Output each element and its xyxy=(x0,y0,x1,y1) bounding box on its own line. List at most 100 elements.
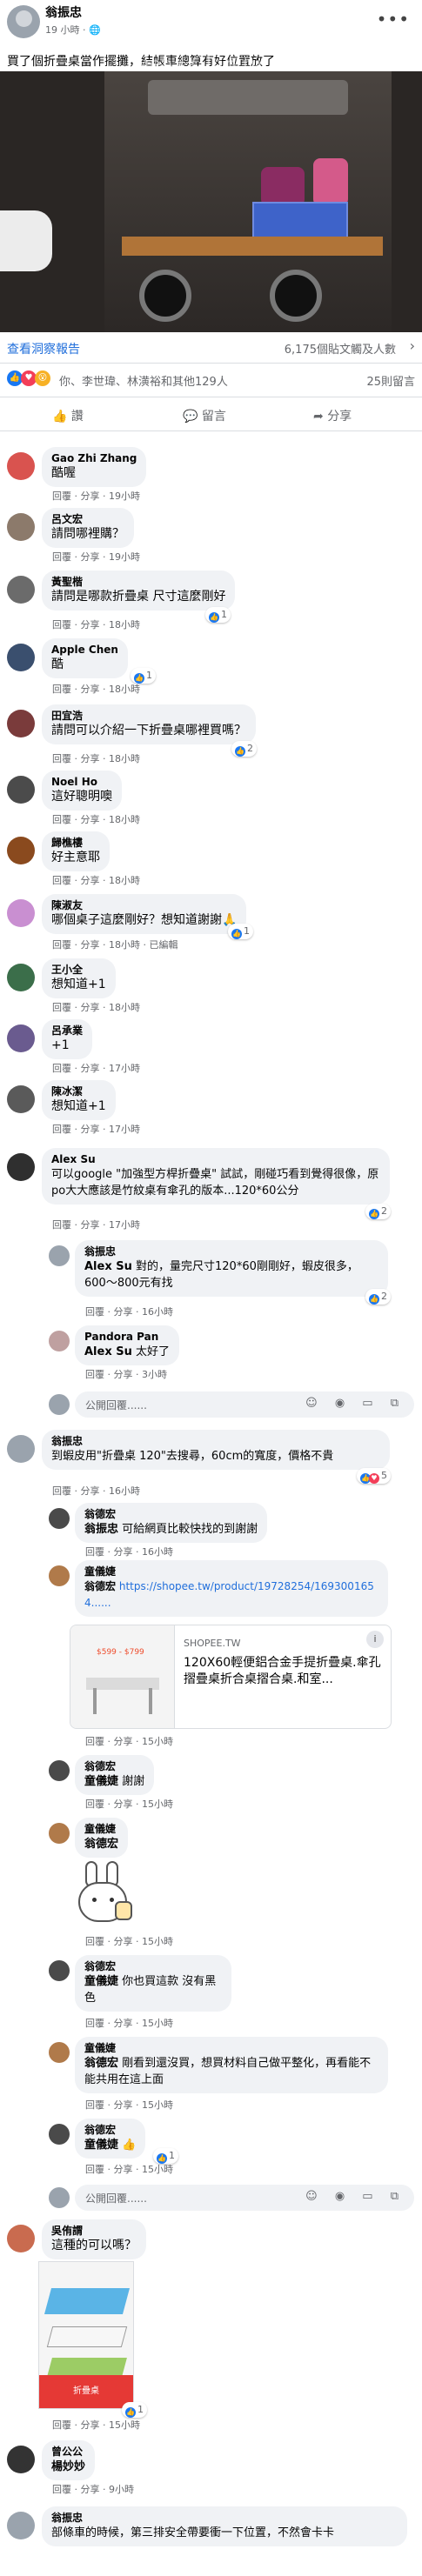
view-insights-link[interactable]: 查看洞察報告 xyxy=(7,340,80,357)
commenter-avatar[interactable] xyxy=(7,644,35,671)
comment-actions[interactable]: 回覆 · 分享 · 18小時 xyxy=(52,751,140,765)
commenter-name[interactable]: 翁德宏 xyxy=(84,2123,136,2137)
comment-actions[interactable]: 回覆 · 分享 · 18小時 xyxy=(52,682,140,696)
comment-actions[interactable]: 回覆 · 分享 · 16小時 xyxy=(52,1484,140,1498)
commenter-name[interactable]: 翁德宏 xyxy=(84,1959,222,1973)
commenter-name[interactable]: 田宜浩 xyxy=(51,709,246,723)
folding-table-photo[interactable]: 折疊桌 xyxy=(38,2261,134,2409)
more-options-icon[interactable]: ••• xyxy=(377,9,410,30)
commenter-name[interactable]: Pandora Pan xyxy=(84,1330,170,1344)
comment-actions[interactable]: 回覆 · 分享 · 19小時 xyxy=(52,489,140,503)
comment-actions[interactable]: 回覆 · 分享 · 15小時 xyxy=(85,1797,173,1811)
commenter-name[interactable]: 曾公公 xyxy=(51,2445,85,2459)
comment-actions[interactable]: 回覆 · 分享 · 18小時 xyxy=(52,873,140,887)
commenter-name[interactable]: 歸樵樓 xyxy=(51,836,100,850)
comment-actions[interactable]: 回覆 · 分享 · 17小時 xyxy=(52,1061,140,1075)
comment-actions[interactable]: 回覆 · 分享 · 19小時 xyxy=(52,550,140,564)
commenter-avatar[interactable] xyxy=(7,964,35,991)
commenter-name[interactable]: 陳冰潔 xyxy=(51,1084,106,1098)
mention-tag[interactable]: 翁德宏 xyxy=(84,1838,118,1851)
comment-reaction-count[interactable]: 👍 1 xyxy=(205,607,231,623)
comment-actions[interactable]: 回覆 · 分享 · 15小時 xyxy=(85,2016,173,2030)
commenter-name[interactable]: 吳侑謂 xyxy=(51,2224,137,2238)
commenter-name[interactable]: 翁振忠 xyxy=(84,1245,378,1258)
commenter-avatar[interactable] xyxy=(49,2042,70,2063)
link-preview-card[interactable]: $599 - $799 SHOPEE.TW 120X60輕便鋁合金手提折疊桌.傘… xyxy=(70,1625,392,1729)
like-button[interactable]: 👍 讚 xyxy=(52,407,84,424)
mention-tag[interactable]: 童儀婕 xyxy=(84,1975,118,1988)
reaction-summary[interactable]: 👍 ♥ 😮 你、李世瑋、林潢裕和其他129人 25則留言 xyxy=(0,369,422,390)
comment-actions[interactable]: 回覆 · 分享 · 3小時 xyxy=(85,1367,167,1381)
commenter-avatar[interactable] xyxy=(49,1960,70,1981)
comment-actions[interactable]: 回覆 · 分享 · 9小時 xyxy=(52,2482,134,2496)
commenter-avatar[interactable] xyxy=(7,1153,35,1181)
commenter-name[interactable]: Alex Su xyxy=(51,1152,380,1166)
commenter-avatar[interactable] xyxy=(7,2225,35,2252)
commenter-avatar[interactable] xyxy=(49,1823,70,1844)
commenter-avatar[interactable] xyxy=(49,1245,70,1266)
commenter-name[interactable]: Noel Ho xyxy=(51,775,112,789)
commenter-avatar[interactable] xyxy=(49,1508,70,1529)
comment-actions[interactable]: 回覆 · 分享 · 17小時 xyxy=(52,1218,140,1231)
commenter-name[interactable]: 呂承業 xyxy=(51,1024,83,1038)
comment-actions[interactable]: 回覆 · 分享 · 18小時 xyxy=(52,1000,140,1014)
reply-input-icons[interactable]: ☺ ◉ ▭ ⧉ xyxy=(305,1397,405,1410)
commenter-name[interactable]: 童儀婕 xyxy=(84,2041,378,2055)
chevron-right-icon[interactable]: › xyxy=(410,337,415,354)
commenter-avatar[interactable] xyxy=(7,513,35,541)
comment-reaction-count[interactable]: 👍 2 xyxy=(231,741,257,757)
reaction-names[interactable]: 你、李世瑋、林潢裕和其他129人 xyxy=(59,372,228,389)
commenter-name[interactable]: 呂文宏 xyxy=(51,512,124,526)
reply-input[interactable]: 公開回覆...... ☺ ◉ ▭ ⧉ xyxy=(75,2185,414,2211)
commenter-name[interactable]: 翁振忠 xyxy=(51,1434,380,1448)
author-avatar[interactable] xyxy=(7,5,40,38)
author-name[interactable]: 翁振忠 xyxy=(45,3,82,21)
commenter-name[interactable]: 翁振忠 xyxy=(51,2511,398,2525)
post-photo[interactable] xyxy=(0,71,422,332)
shopee-link[interactable]: https://shopee.tw/product/19728254/16930… xyxy=(84,1580,374,1609)
comment-actions[interactable]: 回覆 · 分享 · 16小時 xyxy=(85,1305,173,1318)
comment-actions[interactable]: 回覆 · 分享 · 18小時 · 已編輯 xyxy=(52,938,178,951)
commenter-name[interactable]: 王小全 xyxy=(51,963,106,977)
comment-actions[interactable]: 回覆 · 分享 · 15小時 xyxy=(85,1934,173,1948)
commenter-name[interactable]: 陳淑友 xyxy=(51,898,237,912)
commenter-avatar[interactable] xyxy=(49,1331,70,1351)
commenter-avatar[interactable] xyxy=(49,2124,70,2145)
commenter-avatar[interactable] xyxy=(7,1085,35,1113)
commenter-avatar[interactable] xyxy=(7,837,35,864)
commenter-name[interactable]: 翁德宏 xyxy=(84,1507,258,1521)
mention-tag[interactable]: 童儀婕 xyxy=(84,1775,118,1788)
comment-actions[interactable]: 回覆 · 分享 · 15小時 xyxy=(85,1734,173,1748)
commenter-avatar[interactable] xyxy=(7,2512,35,2539)
comment-reaction-count[interactable]: 👍♥ 5 xyxy=(357,1468,391,1484)
commenter-avatar[interactable] xyxy=(7,1024,35,1052)
reply-input[interactable]: 公開回覆...... ☺ ◉ ▭ ⧉ xyxy=(75,1391,414,1418)
mention-tag[interactable]: Alex Su xyxy=(84,1345,132,1358)
comment-actions[interactable]: 回覆 · 分享 · 18小時 xyxy=(52,617,140,631)
info-icon[interactable]: i xyxy=(366,1631,384,1648)
commenter-avatar[interactable] xyxy=(49,1565,70,1586)
commenter-avatar[interactable] xyxy=(49,1760,70,1781)
mention-tag[interactable]: 翁振忠 xyxy=(84,1523,118,1536)
commenter-name[interactable]: Gao Zhi Zhang xyxy=(51,451,137,465)
commenter-avatar[interactable] xyxy=(7,899,35,927)
mention-tag[interactable]: 翁德宏 xyxy=(84,1580,116,1592)
commenter-avatar[interactable] xyxy=(7,2446,35,2473)
comment-actions[interactable]: 回覆 · 分享 · 17小時 xyxy=(52,1122,140,1136)
comment-actions[interactable]: 回覆 · 分享 · 18小時 xyxy=(52,812,140,826)
comment-count[interactable]: 25則留言 xyxy=(366,372,415,389)
comment-button[interactable]: 💬 留言 xyxy=(183,407,226,424)
comment-actions[interactable]: 回覆 · 分享 · 16小時 xyxy=(85,1545,173,1558)
mention-tag[interactable]: 翁德宏 xyxy=(84,2057,118,2070)
commenter-avatar[interactable] xyxy=(7,776,35,804)
commenter-name[interactable]: 黃聖楷 xyxy=(51,575,225,589)
comment-actions[interactable]: 回覆 · 分享 · 15小時 xyxy=(85,2098,173,2112)
comment-reaction-count[interactable]: 👍 1 xyxy=(228,924,253,939)
mention-tag[interactable]: Alex Su xyxy=(84,1260,132,1273)
commenter-avatar[interactable] xyxy=(7,576,35,604)
comment-actions[interactable]: 回覆 · 分享 · 15小時 xyxy=(85,2162,173,2176)
link-title[interactable]: 120X60輕便鋁合金手提折疊桌.傘孔摺疊桌折合桌摺合桌.和室... xyxy=(184,1655,384,1688)
commenter-name[interactable]: Apple Chen xyxy=(51,643,118,657)
mention-tag[interactable]: 童儀婕 xyxy=(84,2139,118,2152)
commenter-name[interactable]: 童儀婕 xyxy=(84,1822,118,1836)
